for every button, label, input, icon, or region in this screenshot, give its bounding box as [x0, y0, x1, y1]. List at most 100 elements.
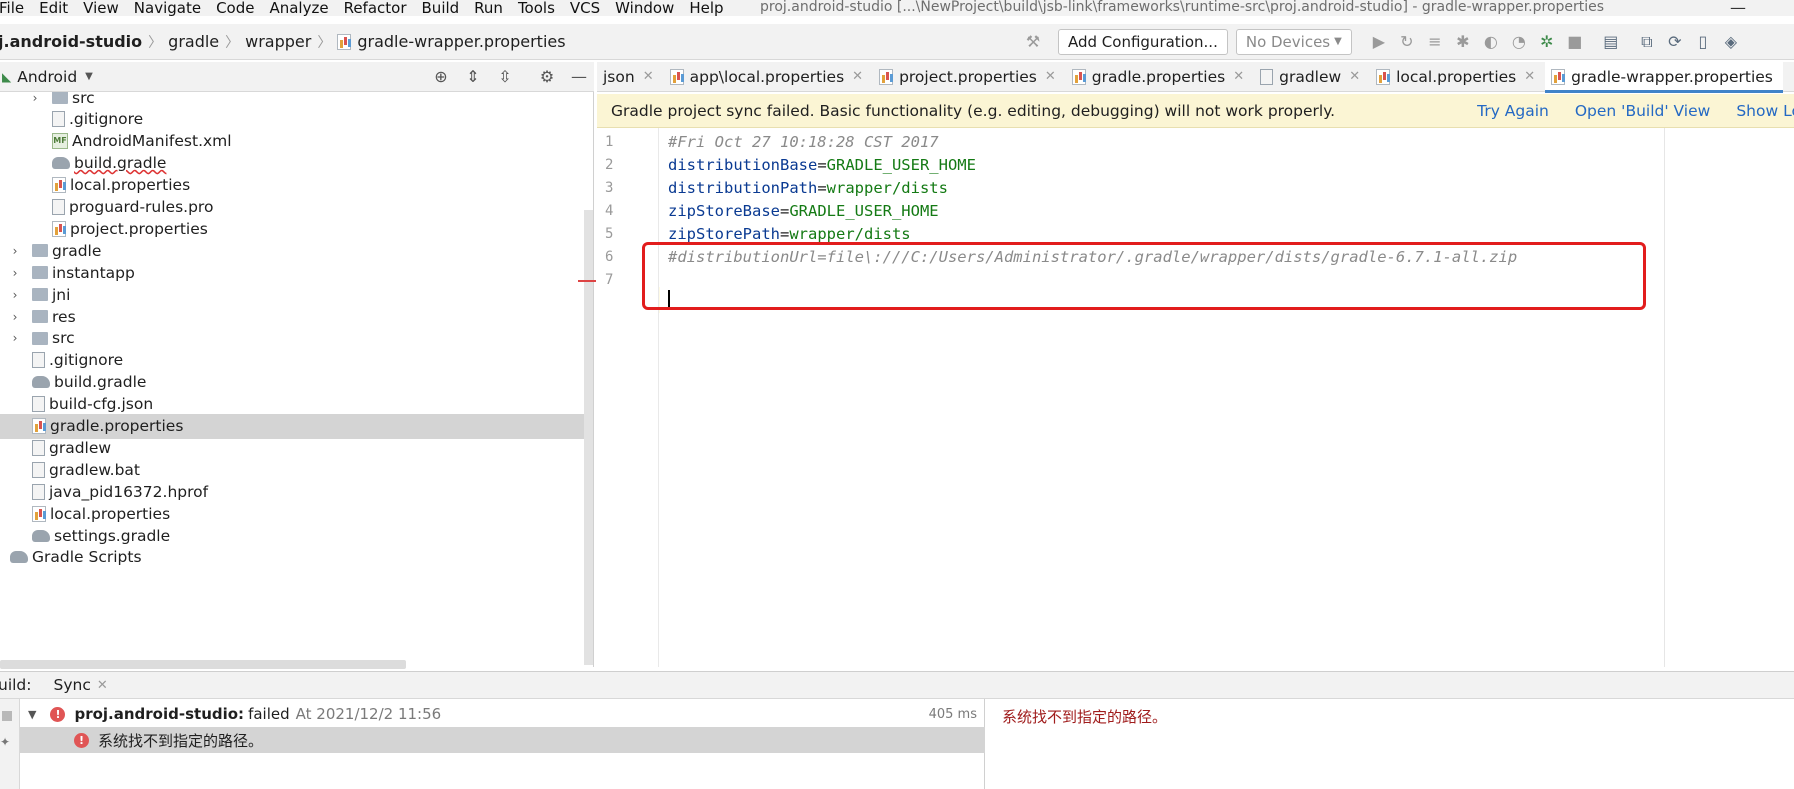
code-line: distributionBase=GRADLE_USER_HOME: [668, 156, 976, 174]
chevron-down-icon[interactable]: ▼: [28, 708, 36, 721]
try-again-link[interactable]: Try Again: [1477, 102, 1549, 120]
show-log-link[interactable]: Show Log in Exp: [1736, 102, 1794, 120]
code-line: #Fri Oct 27 10:18:28 CST 2017: [668, 133, 939, 151]
close-icon[interactable]: ✕: [1233, 69, 1244, 84]
menu-refactor[interactable]: Refactor: [344, 0, 407, 16]
tree-item-label: instantapp: [52, 263, 135, 282]
gear-icon[interactable]: ⚙: [536, 67, 558, 87]
pin-icon[interactable]: ✦: [0, 735, 10, 749]
project-tree-horizontal-scrollbar[interactable]: [0, 660, 406, 669]
gradle-elephant-icon: [52, 157, 70, 170]
tab-label: app\local.properties: [689, 67, 845, 86]
chevron-right-icon[interactable]: ›: [8, 288, 22, 302]
rerun-icon[interactable]: ↻: [1396, 32, 1418, 52]
menu-code[interactable]: Code: [216, 0, 254, 16]
tab-editor-file[interactable]: gradlew ✕: [1254, 62, 1370, 92]
chevron-right-icon[interactable]: ›: [28, 92, 42, 105]
collapse-all-icon[interactable]: ⇳: [494, 67, 516, 87]
tree-item-label: build.gradle: [74, 154, 167, 173]
code-editor[interactable]: #Fri Oct 27 10:18:28 CST 2017 distributio…: [660, 128, 1794, 667]
debug-icon[interactable]: ✱: [1452, 32, 1474, 52]
attach-debugger-icon[interactable]: ✲: [1536, 32, 1558, 52]
close-icon[interactable]: ✕: [1349, 69, 1360, 84]
devices-dropdown[interactable]: No Devices ▼: [1235, 29, 1352, 55]
tree-item-label: res: [52, 307, 76, 326]
profiler-icon[interactable]: ◔: [1508, 32, 1530, 52]
tab-sync[interactable]: Sync: [54, 676, 91, 694]
tab-label: gradle-wrapper.properties: [1571, 67, 1773, 86]
chevron-right-icon[interactable]: ›: [8, 331, 22, 345]
chevron-down-icon[interactable]: ▼: [85, 71, 93, 82]
run-icon[interactable]: ▶: [1368, 32, 1390, 52]
tree-item-label: local.properties: [70, 176, 191, 195]
tree-item[interactable]: Gradle Scripts: [0, 545, 593, 570]
tree-item-label: src: [52, 329, 75, 348]
tab-editor-file[interactable]: gradle-wrapper.properties: [1545, 61, 1783, 93]
menu-tools[interactable]: Tools: [518, 0, 555, 16]
stop-icon[interactable]: [2, 711, 12, 721]
close-icon[interactable]: ✕: [1045, 69, 1056, 84]
equals-sign: =: [817, 156, 827, 174]
property-key: zipStoreBase: [668, 202, 780, 220]
apply-changes-icon[interactable]: ≡: [1424, 32, 1446, 52]
close-icon[interactable]: ✕: [643, 69, 654, 84]
close-icon[interactable]: ✕: [1524, 69, 1535, 84]
sync-project-icon[interactable]: ⧉: [1636, 32, 1658, 52]
close-icon[interactable]: ✕: [97, 678, 108, 693]
breadcrumb-project[interactable]: j.android-studio: [0, 32, 142, 51]
breadcrumb-file[interactable]: gradle-wrapper.properties: [357, 32, 565, 51]
tab-editor-file[interactable]: gradle.properties ✕: [1066, 62, 1254, 92]
chevron-right-icon[interactable]: ›: [8, 310, 22, 324]
close-icon[interactable]: ✕: [852, 69, 863, 84]
file-icon: [32, 396, 45, 413]
build-error-item: 系统找不到指定的路径。: [98, 731, 264, 750]
locate-icon[interactable]: ⊕: [430, 67, 452, 87]
project-tree-scrollbar[interactable]: [584, 210, 593, 665]
build-panel-label: uild:: [0, 676, 32, 694]
build-error-row[interactable]: ! 系统找不到指定的路径。: [20, 727, 985, 753]
project-structure-icon[interactable]: ▤: [1600, 32, 1622, 52]
file-icon: [52, 111, 65, 128]
breadcrumb-wrapper[interactable]: wrapper: [245, 32, 311, 51]
menu-analyze[interactable]: Analyze: [269, 0, 328, 16]
tab-editor-file[interactable]: app\local.properties ✕: [664, 62, 873, 92]
menu-window[interactable]: Window: [615, 0, 674, 16]
project-view-selector[interactable]: Android: [17, 68, 77, 86]
properties-file-icon: [1551, 68, 1566, 85]
build-root-row[interactable]: ▼ ! proj.android-studio: failed At 2021/…: [20, 701, 985, 727]
expand-all-icon[interactable]: ⇕: [462, 67, 484, 87]
properties-file-icon: [1376, 68, 1391, 85]
menu-navigate[interactable]: Navigate: [134, 0, 201, 16]
menu-vcs[interactable]: VCS: [570, 0, 600, 16]
gradle-sync-icon[interactable]: ⟳: [1664, 32, 1686, 52]
tab-editor-file[interactable]: project.properties ✕: [873, 62, 1066, 92]
devices-label: No Devices: [1245, 33, 1331, 51]
device-manager-icon[interactable]: ▯: [1692, 32, 1714, 52]
file-icon: [32, 461, 45, 478]
gradle-elephant-icon: [32, 376, 50, 389]
stop-icon[interactable]: ■: [1564, 32, 1586, 52]
menu-edit[interactable]: Edit: [39, 0, 68, 16]
menu-build[interactable]: Build: [422, 0, 460, 16]
property-value: GRADLE_USER_HOME: [789, 202, 939, 220]
menu-view[interactable]: View: [83, 0, 119, 16]
folder-icon: [32, 310, 48, 323]
equals-sign: =: [817, 179, 827, 197]
tab-editor-file[interactable]: local.properties ✕: [1370, 62, 1545, 92]
chevron-right-icon[interactable]: ›: [8, 266, 22, 280]
open-build-view-link[interactable]: Open 'Build' View: [1575, 102, 1710, 120]
hammer-icon[interactable]: ⚒: [1022, 32, 1044, 52]
chevron-down-icon: ▼: [1334, 36, 1342, 47]
android-icon: ◣: [2, 69, 12, 84]
tab-editor-file[interactable]: json ✕: [597, 62, 664, 92]
chevron-right-icon[interactable]: ›: [8, 244, 22, 258]
add-configuration-button[interactable]: Add Configuration...: [1058, 29, 1228, 55]
menu-help[interactable]: Help: [689, 0, 723, 16]
coverage-icon[interactable]: ◐: [1480, 32, 1502, 52]
sdk-manager-icon[interactable]: ◈: [1720, 32, 1742, 52]
minimize-button[interactable]: —: [1730, 0, 1746, 17]
breadcrumb-gradle[interactable]: gradle: [168, 32, 219, 51]
menu-file[interactable]: File: [0, 0, 24, 16]
hide-panel-icon[interactable]: —: [568, 67, 590, 87]
menu-run[interactable]: Run: [474, 0, 503, 16]
